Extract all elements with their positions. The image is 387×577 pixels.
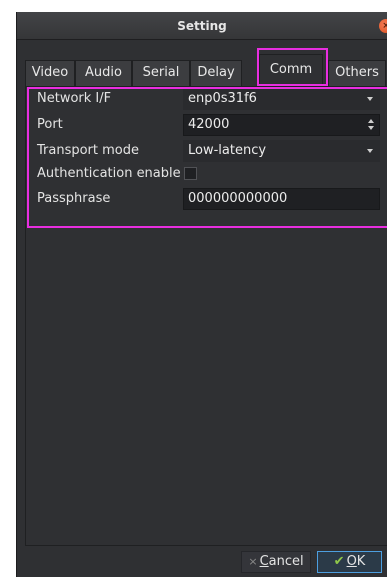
ok-mnemonic: O xyxy=(346,554,357,569)
authentication-checkbox[interactable] xyxy=(184,167,197,180)
tab-others[interactable]: Others xyxy=(328,60,386,86)
chevron-down-icon xyxy=(367,149,373,153)
spin-up-icon[interactable] xyxy=(368,119,374,123)
port-label: Port xyxy=(37,117,63,132)
port-spinbox[interactable]: 42000 xyxy=(183,114,380,136)
passphrase-value: 000000000000 xyxy=(188,191,288,206)
transport-mode-label: Transport mode xyxy=(37,143,140,158)
authentication-row: Authentication enable xyxy=(37,163,382,185)
cancel-label: ancel xyxy=(268,554,304,569)
transport-mode-dropdown[interactable]: Low-latency xyxy=(183,140,380,162)
settings-dialog: Setting × Video Audio Serial Delay Comm … xyxy=(16,12,387,577)
cancel-button[interactable]: × Cancel xyxy=(241,551,311,573)
chevron-down-icon xyxy=(367,97,373,101)
spin-down-icon[interactable] xyxy=(368,126,374,130)
tab-audio[interactable]: Audio xyxy=(75,60,132,86)
window-title: Setting xyxy=(177,19,227,33)
tab-bar: Video Audio Serial Delay Comm Others xyxy=(25,54,387,87)
passphrase-label: Passphrase xyxy=(37,191,111,206)
cancel-mnemonic: C xyxy=(259,554,269,569)
port-row: Port 42000 xyxy=(37,114,382,136)
network-if-value: enp0s31f6 xyxy=(188,91,257,106)
passphrase-input[interactable]: 000000000000 xyxy=(183,188,380,210)
check-icon: ✔ xyxy=(333,554,345,569)
tab-video[interactable]: Video xyxy=(25,60,75,86)
authentication-label: Authentication enable xyxy=(37,166,181,181)
title-bar[interactable]: Setting × xyxy=(17,12,387,40)
transport-mode-row: Transport mode Low-latency xyxy=(37,140,382,162)
network-if-label: Network I/F xyxy=(37,91,112,106)
close-icon[interactable]: × xyxy=(379,19,387,33)
port-value: 42000 xyxy=(188,117,230,132)
ok-label: K xyxy=(356,554,366,569)
cancel-icon: × xyxy=(248,555,258,568)
network-if-dropdown[interactable]: enp0s31f6 xyxy=(183,88,380,110)
tab-comm[interactable]: Comm xyxy=(259,54,323,87)
ok-button[interactable]: ✔ OK xyxy=(317,551,382,573)
passphrase-row: Passphrase 000000000000 xyxy=(37,188,382,210)
tab-delay[interactable]: Delay xyxy=(190,60,242,86)
tab-serial[interactable]: Serial xyxy=(132,60,190,86)
transport-mode-value: Low-latency xyxy=(188,143,267,158)
network-if-row: Network I/F enp0s31f6 xyxy=(37,88,382,110)
